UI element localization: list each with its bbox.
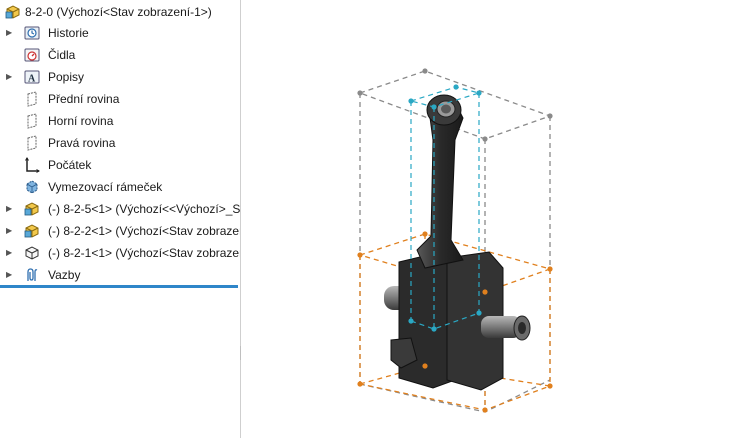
assembly-part-icon: [23, 222, 41, 240]
expand-arrow-icon[interactable]: ▶: [6, 226, 14, 236]
tree-item-label: (-) 8-2-1<1> (Výchozí<Stav zobrazer: [48, 246, 241, 260]
tree-item-front-plane[interactable]: Přední rovina: [0, 88, 240, 110]
tree-item-component-8-2-2[interactable]: ▶ (-) 8-2-2<1> (Výchozí<Stav zobrazer: [0, 220, 240, 242]
tree-item-right-plane[interactable]: Pravá rovina: [0, 132, 240, 154]
graphics-viewport[interactable]: [241, 0, 750, 438]
tree-item-origin[interactable]: Počátek: [0, 154, 240, 176]
tree-item-history[interactable]: ▶ Historie: [0, 22, 240, 44]
tree-item-sensors[interactable]: Čidla: [0, 44, 240, 66]
sensors-icon: [23, 46, 41, 64]
origin-icon: [23, 156, 41, 174]
tree-item-bounding-box[interactable]: Vymezovací rámeček: [0, 176, 240, 198]
tree-item-label: Horní rovina: [48, 114, 114, 128]
tree-item-label: Popisy: [48, 70, 85, 84]
tree-item-top-plane[interactable]: Horní rovina: [0, 110, 240, 132]
tree-item-component-8-2-5[interactable]: ▶ (-) 8-2-5<1> (Výchozí<<Výchozí>_S: [0, 198, 240, 220]
feature-manager-tree: 8-2-0 (Výchozí<Stav zobrazení-1>) ▶ Hist…: [0, 0, 241, 438]
part-icon: [23, 244, 41, 262]
plane-icon: [23, 90, 41, 108]
tree-root-assembly[interactable]: 8-2-0 (Výchozí<Stav zobrazení-1>): [0, 1, 240, 23]
assembly-icon: [4, 3, 22, 21]
tree-item-component-8-2-1[interactable]: ▶ (-) 8-2-1<1> (Výchozí<Stav zobrazer: [0, 242, 240, 264]
tree-item-label: Vazby: [48, 268, 81, 282]
model-view: [357, 68, 553, 413]
expand-arrow-icon[interactable]: ▶: [6, 204, 14, 214]
tree-item-label: (-) 8-2-5<1> (Výchozí<<Výchozí>_S: [48, 202, 241, 216]
bounding-box-icon: [23, 178, 41, 196]
svg-text:A: A: [28, 74, 36, 85]
tree-item-label: Pravá rovina: [48, 136, 116, 150]
tree-item-annotations[interactable]: ▶ A Popisy: [0, 66, 240, 88]
tree-item-label: Čidla: [48, 48, 76, 62]
tree-item-label: Počátek: [48, 158, 92, 172]
tree-root-label: 8-2-0 (Výchozí<Stav zobrazení-1>): [25, 5, 212, 19]
tree-item-label: Historie: [48, 26, 89, 40]
plane-icon: [23, 134, 41, 152]
history-icon: [23, 24, 41, 42]
assembly-part-icon: [23, 200, 41, 218]
plane-icon: [23, 112, 41, 130]
rollback-bar[interactable]: [0, 285, 238, 288]
tree-item-label: (-) 8-2-2<1> (Výchozí<Stav zobrazer: [48, 224, 241, 238]
annotations-icon: A: [23, 68, 41, 86]
expand-arrow-icon[interactable]: ▶: [6, 248, 14, 258]
tree-item-label: Přední rovina: [48, 92, 120, 106]
tree-item-label: Vymezovací rámeček: [48, 180, 163, 194]
expand-arrow-icon[interactable]: ▶: [6, 28, 14, 38]
expand-arrow-icon[interactable]: ▶: [6, 72, 14, 82]
tree-item-mates[interactable]: ▶ Vazby: [0, 264, 240, 286]
mates-icon: [23, 266, 41, 284]
expand-arrow-icon[interactable]: ▶: [6, 270, 14, 280]
